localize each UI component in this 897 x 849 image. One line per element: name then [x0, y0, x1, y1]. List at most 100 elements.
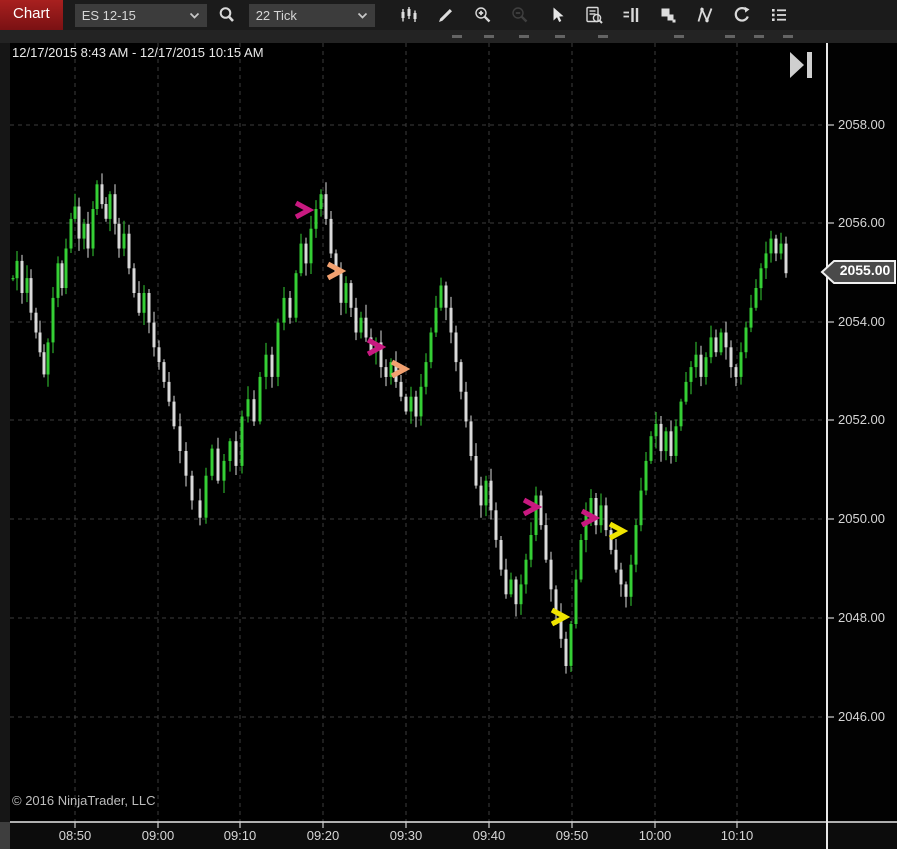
properties-button[interactable] [765, 2, 793, 28]
price-bar-body [184, 451, 188, 476]
price-bar-body [639, 490, 643, 526]
time-axis-label: 10:00 [638, 828, 672, 843]
price-bar-body [389, 362, 393, 377]
chart-trader-icon [623, 8, 638, 22]
instrument-lookup-button[interactable] [213, 2, 241, 28]
search-icon [219, 7, 234, 22]
price-bar-body [304, 243, 308, 264]
time-axis-label: 09:40 [472, 828, 506, 843]
price-bar-body [60, 263, 64, 288]
price-bar-body [659, 423, 663, 452]
price-bar-body [210, 448, 214, 476]
price-bar-body [314, 209, 318, 229]
price-bar-body [404, 396, 408, 412]
price-bar-body [178, 426, 182, 451]
price-bar-body [69, 218, 73, 249]
price-bar-body [624, 584, 628, 597]
price-bar-body [147, 293, 151, 323]
price-bar-body [222, 460, 226, 481]
price-bar-body [484, 480, 488, 506]
interval-selector[interactable]: 22 Tick [248, 3, 375, 27]
price-bar-body [749, 307, 753, 328]
price-bar-body [554, 589, 558, 615]
price-bar-body [539, 495, 543, 526]
cursor-icon [553, 7, 564, 22]
price-bar-body [499, 540, 503, 570]
last-price-marker: 2055.00 [820, 259, 897, 285]
price-bar-body [754, 288, 758, 308]
price-bar-body [419, 386, 423, 417]
price-bar-body [82, 223, 86, 239]
price-bar-body [329, 218, 333, 254]
time-axis-label: 09:30 [389, 828, 423, 843]
price-bar-body [514, 579, 518, 605]
price-bar-body [494, 510, 498, 540]
price-bar-body [157, 347, 161, 363]
price-bar-body [669, 431, 673, 456]
price-bar-body [379, 342, 383, 368]
price-bar-body [299, 243, 303, 274]
price-bar-body [20, 260, 24, 293]
reload-icon [734, 6, 750, 22]
zoom-out-button[interactable] [506, 2, 534, 28]
tab-chart[interactable]: Chart [0, 0, 63, 30]
partial-icon-mark [725, 35, 735, 38]
last-price-value: 2055.00 [839, 262, 891, 278]
price-bar-body [444, 285, 448, 308]
price-axis[interactable] [828, 43, 897, 822]
price-bar-body [599, 505, 603, 526]
drawing-tools-button[interactable] [432, 2, 460, 28]
trade-signal-arrow [608, 521, 629, 541]
price-bar-body [240, 416, 244, 466]
price-bar-body [100, 184, 104, 205]
price-bar-body [739, 352, 743, 377]
instrument-selector[interactable]: ES 12-15 [74, 3, 207, 27]
price-bar-body [479, 485, 483, 506]
price-bar-body [704, 357, 708, 377]
price-bar-body [534, 495, 538, 535]
zoom-in-icon [474, 7, 491, 23]
trade-signal-arrow [294, 200, 315, 220]
price-axis-label: 2058.00 [838, 117, 885, 132]
partial-icon-mark [783, 35, 793, 38]
price-bar-body [344, 283, 348, 303]
price-bar-body [104, 204, 108, 219]
zoom-in-button[interactable] [469, 2, 497, 28]
properties-icon [771, 9, 786, 21]
toolbar-icons [395, 2, 793, 28]
cursor-button[interactable] [543, 2, 571, 28]
price-bar-body [167, 381, 171, 402]
price-bar-body [38, 332, 42, 353]
chart-plot-svg[interactable] [0, 0, 897, 849]
price-bar-body [354, 307, 358, 333]
interval-value: 22 Tick [255, 7, 297, 23]
data-box-button[interactable] [580, 2, 608, 28]
price-bar-body [394, 362, 398, 382]
price-bar-body [334, 253, 338, 274]
price-bar-body [609, 530, 613, 550]
price-bar-body [654, 423, 658, 437]
price-bar-body [384, 367, 388, 377]
reload-button[interactable] [728, 2, 756, 28]
copyright-text: © 2016 NinjaTrader, LLC [12, 793, 156, 808]
price-bar-body [549, 559, 553, 590]
price-bar-body [282, 297, 286, 323]
price-bar-body [569, 623, 573, 666]
price-bar-body [246, 399, 250, 417]
price-bar-body [429, 332, 433, 363]
price-bar-body [464, 391, 468, 422]
chart-trader-button[interactable] [617, 2, 645, 28]
data-box-icon [585, 6, 603, 24]
price-bar-body [594, 498, 598, 526]
chart-style-button[interactable] [395, 2, 423, 28]
windows-button[interactable] [654, 2, 682, 28]
price-bar-body [91, 209, 95, 249]
chevron-down-icon [357, 12, 367, 19]
line-tool-button[interactable] [691, 2, 719, 28]
time-axis-label: 09:50 [555, 828, 589, 843]
go-to-latest-button[interactable] [788, 50, 818, 84]
price-bar-body [409, 396, 413, 412]
price-bar-body [309, 228, 313, 264]
trade-signal-arrow [550, 607, 571, 627]
window-left-border [0, 43, 10, 822]
